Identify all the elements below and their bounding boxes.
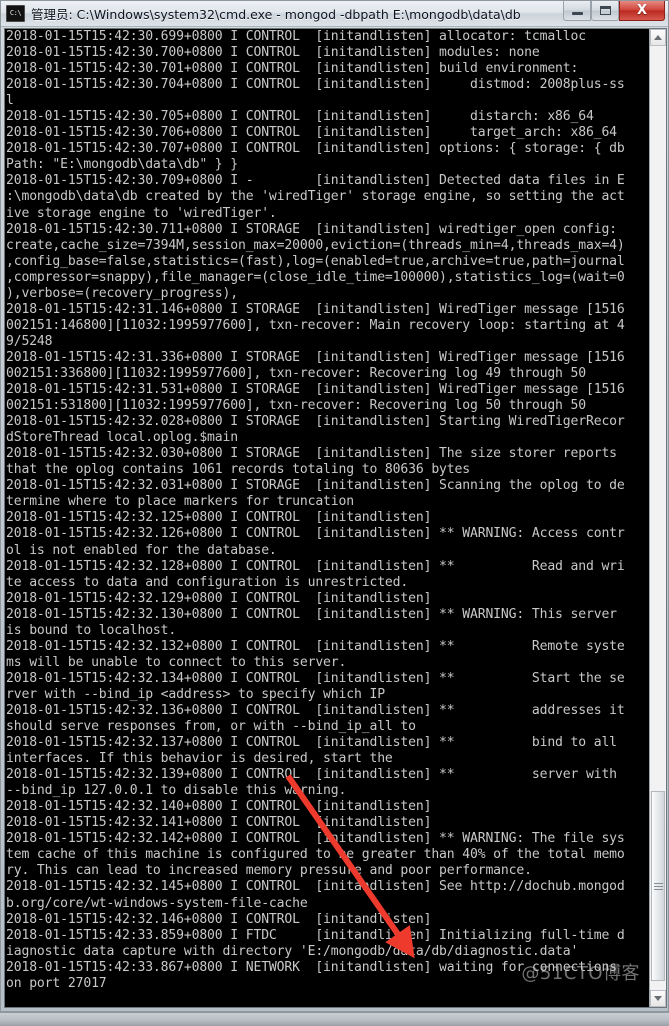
console-line: 2018-01-15T15:42:31.146+0800 I STORAGE […	[6, 301, 625, 317]
restore-button[interactable]	[591, 1, 619, 21]
console-line: 2018-01-15T15:42:32.129+0800 I CONTROL […	[6, 590, 432, 606]
console-line: 2018-01-15T15:42:32.028+0800 I STORAGE […	[6, 414, 625, 430]
console-client-area[interactable]: 2018-01-15T15:42:30.699+0800 I CONTROL […	[4, 28, 667, 1008]
console-line: 002151:336800][11032:1995977600], txn-re…	[6, 365, 586, 381]
console-line: 2018-01-15T15:42:31.336+0800 I STORAGE […	[6, 349, 625, 365]
screenshot-root: C:\ 管理员: C:\Windows\system32\cmd.exe - m…	[0, 0, 669, 1026]
console-line: 2018-01-15T15:42:30.706+0800 I CONTROL […	[6, 125, 617, 141]
console-line: ry. This can lead to increased memory pr…	[6, 863, 532, 879]
console-line: b.org/core/wt-windows-system-file-cache	[6, 895, 308, 911]
console-line: 2018-01-15T15:42:30.711+0800 I STORAGE […	[6, 221, 617, 237]
console-line: iagnostic data capture with directory 'E…	[6, 943, 579, 959]
scrollbar-thumb[interactable]	[651, 791, 665, 981]
console-line: 2018-01-15T15:42:30.704+0800 I CONTROL […	[6, 77, 625, 93]
title-bar[interactable]: C:\ 管理员: C:\Windows\system32\cmd.exe - m…	[1, 1, 668, 27]
console-line: :\mongodb\data\db created by the 'wiredT…	[6, 189, 625, 205]
console-window: C:\ 管理员: C:\Windows\system32\cmd.exe - m…	[0, 0, 669, 1012]
console-line: ms will be unable to connect to this ser…	[6, 654, 347, 670]
close-button[interactable]: X	[619, 1, 665, 21]
chevron-up-icon	[654, 35, 662, 40]
console-line: --bind_ip 127.0.0.1 to disable this warn…	[6, 783, 347, 799]
console-line: ,config_base=false,statistics=(fast),log…	[6, 253, 625, 269]
console-line: 2018-01-15T15:42:32.139+0800 I CONTROL […	[6, 767, 617, 783]
console-line: 2018-01-15T15:42:33.859+0800 I FTDC [ini…	[6, 927, 625, 943]
console-line: that the oplog contains 1061 records tot…	[6, 462, 470, 478]
system-menu-icon[interactable]: C:\	[6, 5, 25, 22]
console-line: 2018-01-15T15:42:32.146+0800 I CONTROL […	[6, 911, 432, 927]
console-line: is bound to localhost.	[6, 622, 177, 638]
console-line: 2018-01-15T15:42:32.030+0800 I STORAGE […	[6, 446, 617, 462]
console-line: 2018-01-15T15:42:32.125+0800 I CONTROL […	[6, 510, 432, 526]
chevron-down-icon	[654, 996, 662, 1001]
console-line: te access to data and configuration is u…	[6, 574, 409, 590]
console-line: create,cache_size=7394M,session_max=2000…	[6, 237, 625, 253]
console-line: termine where to place markers for trunc…	[6, 494, 354, 510]
console-line: 2018-01-15T15:42:32.145+0800 I CONTROL […	[6, 879, 625, 895]
scrollbar-up-button[interactable]	[650, 29, 666, 46]
console-line: ol is not enabled for the database.	[6, 542, 277, 558]
console-line: l	[6, 93, 14, 109]
console-line: Path: "E:\mongodb\data\db" } }	[6, 157, 238, 173]
console-line: 002151:146800][11032:1995977600], txn-re…	[6, 317, 625, 333]
window-title: 管理员: C:\Windows\system32\cmd.exe - mongo…	[31, 7, 521, 22]
minimize-button[interactable]	[563, 1, 591, 21]
console-line: 2018-01-15T15:42:32.031+0800 I STORAGE […	[6, 478, 625, 494]
scrollbar-down-button[interactable]	[650, 990, 666, 1007]
console-line: 2018-01-15T15:42:32.136+0800 I CONTROL […	[6, 702, 625, 718]
console-line: 2018-01-15T15:42:32.137+0800 I CONTROL […	[6, 735, 617, 751]
console-line: 2018-01-15T15:42:32.141+0800 I CONTROL […	[6, 815, 432, 831]
console-line: dStoreThread local.oplog.$main	[6, 430, 238, 446]
console-line: ),verbose=(recovery_progress),	[6, 285, 238, 301]
console-output: 2018-01-15T15:42:30.699+0800 I CONTROL […	[5, 29, 651, 992]
console-line: 2018-01-15T15:42:32.128+0800 I CONTROL […	[6, 558, 625, 574]
console-line: 002151:531800][11032:1995977600], txn-re…	[6, 398, 586, 414]
window-bottom-border	[0, 1012, 669, 1026]
minimize-icon	[571, 12, 583, 15]
console-line: 2018-01-15T15:42:30.699+0800 I CONTROL […	[6, 29, 586, 44]
vertical-scrollbar[interactable]	[649, 29, 666, 1007]
console-line: tem cache of this machine is configured …	[6, 847, 625, 863]
console-line: 2018-01-15T15:42:30.705+0800 I CONTROL […	[6, 109, 594, 125]
console-line: 2018-01-15T15:42:31.531+0800 I STORAGE […	[6, 382, 625, 398]
console-line: 2018-01-15T15:42:30.707+0800 I CONTROL […	[6, 141, 625, 157]
console-line: 2018-01-15T15:42:32.126+0800 I CONTROL […	[6, 526, 625, 542]
console-line: 2018-01-15T15:42:30.701+0800 I CONTROL […	[6, 61, 579, 77]
console-line: rver with --bind_ip <address> to specify…	[6, 686, 385, 702]
console-line: ,compressor=snappy),file_manager=(close_…	[6, 269, 625, 285]
grip-icon	[653, 881, 663, 892]
console-line: should serve responses from, or with --b…	[6, 719, 416, 735]
restore-icon	[599, 6, 611, 15]
console-line: 2018-01-15T15:42:32.130+0800 I CONTROL […	[6, 606, 617, 622]
console-line: ive storage engine to 'wiredTiger'.	[6, 205, 277, 221]
console-line: interfaces. If this behavior is desired,…	[6, 751, 393, 767]
console-line: 2018-01-15T15:42:30.709+0800 I - [initan…	[6, 173, 625, 189]
console-line: 2018-01-15T15:42:32.140+0800 I CONTROL […	[6, 799, 432, 815]
window-controls: X	[563, 1, 665, 26]
console-line: 2018-01-15T15:42:32.134+0800 I CONTROL […	[6, 670, 625, 686]
console-line: 9/5248	[6, 333, 53, 349]
console-line: 2018-01-15T15:42:32.142+0800 I CONTROL […	[6, 831, 625, 847]
console-line: 2018-01-15T15:42:30.700+0800 I CONTROL […	[6, 45, 540, 61]
watermark-text: @51CTO博客	[521, 963, 640, 984]
console-line: 2018-01-15T15:42:32.132+0800 I CONTROL […	[6, 638, 625, 654]
